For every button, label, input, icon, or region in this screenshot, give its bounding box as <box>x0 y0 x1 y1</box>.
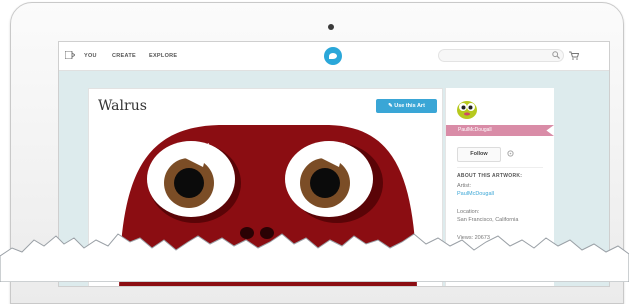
artwork-title: Walrus <box>98 98 147 114</box>
location-value: San Francisco, California <box>457 217 519 223</box>
nav-you[interactable]: YOU <box>84 53 97 59</box>
menu-icon[interactable] <box>65 51 75 59</box>
torn-paper-edge <box>0 233 629 282</box>
sidebar-divider <box>457 167 543 168</box>
location-label: Location: <box>457 209 480 215</box>
gear-icon[interactable] <box>507 150 514 157</box>
search-input[interactable] <box>438 49 564 62</box>
camera-dot <box>328 24 334 30</box>
logo-bird-icon[interactable] <box>324 47 342 65</box>
nav-explore[interactable]: EXPLORE <box>149 53 177 59</box>
search-icon[interactable] <box>552 51 560 59</box>
artist-avatar[interactable] <box>456 97 478 119</box>
pencil-icon: ✎ <box>388 103 393 109</box>
artist-link[interactable]: PaulMcDougall <box>457 191 494 197</box>
top-navigation-bar: YOU CREATE EXPLORE <box>59 42 609 71</box>
artist-name-ribbon[interactable]: PaulMcDougall <box>446 125 554 136</box>
nav-create[interactable]: CREATE <box>112 53 136 59</box>
use-this-art-button[interactable]: ✎ Use this Art <box>376 99 437 113</box>
artist-label: Artist: <box>457 183 472 189</box>
about-artwork-heading: ABOUT THIS ARTWORK: <box>457 173 523 179</box>
cart-icon[interactable] <box>569 51 579 60</box>
use-this-art-label: Use this Art <box>394 103 425 109</box>
follow-button[interactable]: Follow <box>457 147 501 162</box>
